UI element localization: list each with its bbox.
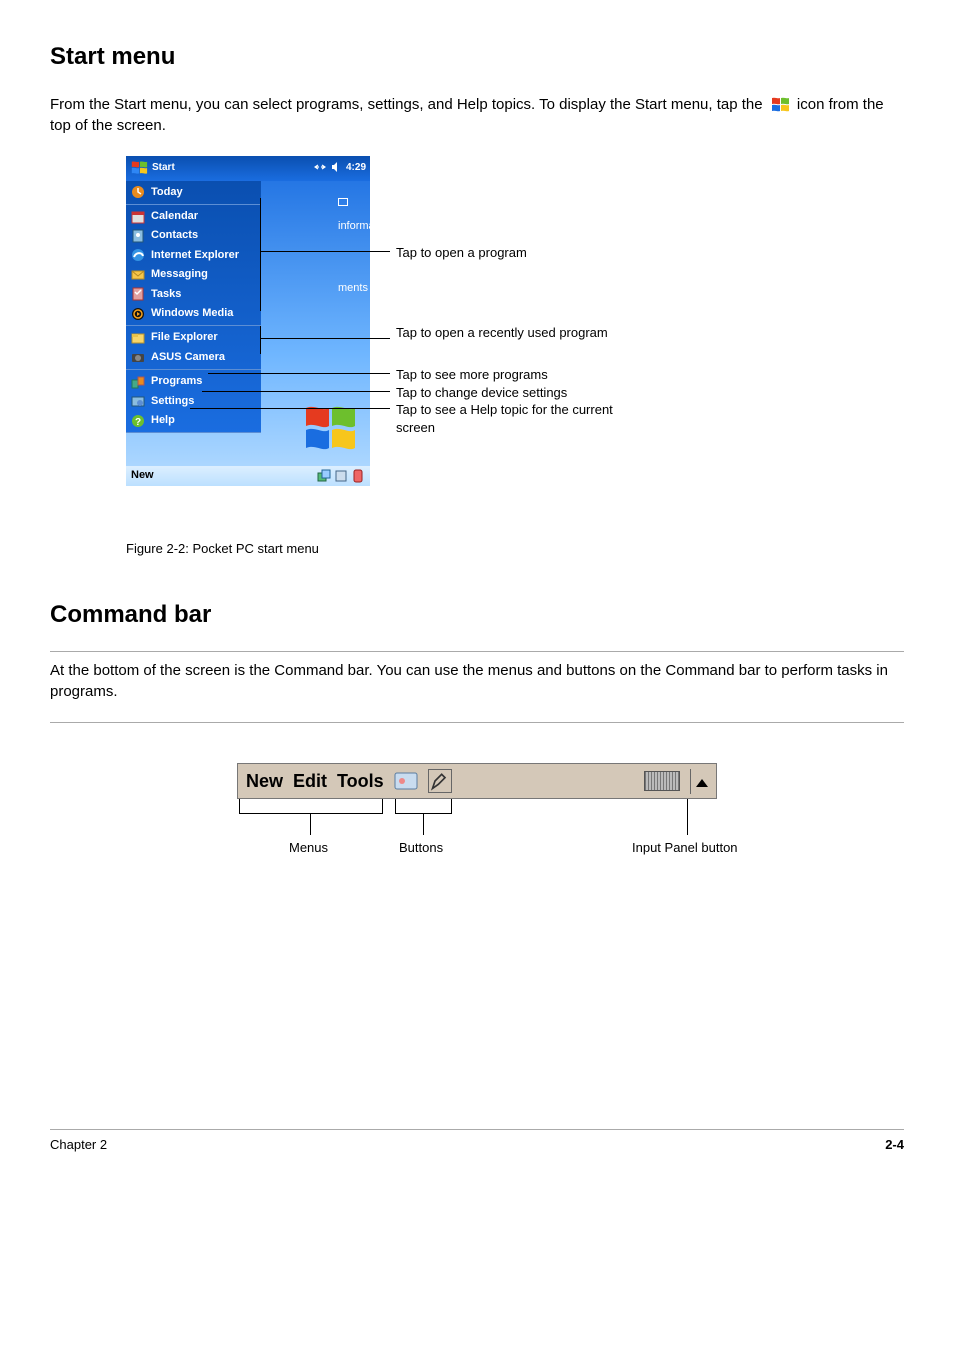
divider [50,651,904,652]
command-bar-description: At the bottom of the screen is the Comma… [50,660,904,702]
callout-settings: Tap to change device settings [396,384,567,402]
drawing-icon[interactable] [394,769,418,793]
svg-text:?: ? [135,417,141,428]
menu-item-label: Programs [151,374,202,389]
cmd-tools[interactable]: Tools [337,769,384,794]
command-bar-figure: New Edit Tools Menus [237,763,717,869]
callout-buttons: Buttons [399,839,443,857]
help-icon: ? [131,414,145,428]
triangle-up-icon [696,779,708,787]
contacts-icon [131,229,145,243]
menu-item-programs[interactable]: Programs [126,372,261,391]
start-menu-title: Start menu [50,40,904,74]
start-label[interactable]: Start [152,161,175,175]
menu-item-calendar[interactable]: Calendar [126,207,261,226]
cmd-edit[interactable]: Edit [293,769,327,794]
menu-item-messaging[interactable]: Messaging [126,265,261,284]
device-figure: Start 4:29 Today Calendar Contacts Internet… [50,156,650,526]
windows-logo-background [303,402,358,454]
cmd-new[interactable]: New [246,769,283,794]
cmdbar-icons [317,469,365,483]
keyboard-icon[interactable] [644,771,680,791]
file-explorer-icon [131,331,145,345]
windows-flag-icon[interactable] [130,159,148,177]
callout-recent-program: Tap to open a recently used program [396,324,626,342]
tray-icon-3[interactable] [351,469,365,483]
menu-item-wmp[interactable]: Windows Media [126,304,261,323]
command-bar-big: New Edit Tools [237,763,717,799]
menu-item-label: Internet Explorer [151,248,239,263]
menu-item-label: ASUS Camera [151,350,225,365]
menu-item-contacts[interactable]: Contacts [126,226,261,245]
tray-icon-2[interactable] [334,469,348,483]
tasks-icon [131,287,145,301]
callout-help: Tap to see a Help topic for the current … [396,401,626,437]
menu-item-label: Help [151,413,175,428]
menu-item-today[interactable]: Today [126,183,261,202]
page-footer: Chapter 2 2-4 [50,1129,904,1154]
desc-prefix: From the Start menu, you can select prog… [50,96,767,113]
start-menu-description: From the Start menu, you can select prog… [50,94,904,136]
figure-caption: Figure 2-2: Pocket PC start menu [126,540,904,558]
wmp-icon [131,307,145,321]
divider [50,722,904,723]
settings-icon [131,394,145,408]
command-bar-title: Command bar [50,598,904,632]
menu-item-label: Messaging [151,267,208,282]
today-icon [131,185,145,199]
menu-item-label: Today [151,185,183,200]
peek-information: information [338,219,392,234]
menu-item-label: Settings [151,394,194,409]
callout-more-programs: Tap to see more programs [396,366,548,384]
menu-item-label: Contacts [151,228,198,243]
callout-menus: Menus [289,839,328,857]
peek-ments: ments [338,281,368,296]
menu-item-label: Tasks [151,287,181,302]
asus-camera-icon [131,350,145,364]
page-number: 2-4 [885,1136,904,1154]
peek-square [338,198,348,206]
nav-bar[interactable]: Start 4:29 [126,156,370,181]
input-panel-arrow[interactable] [690,769,708,794]
callout-open-program: Tap to open a program [396,244,527,262]
device-screenshot: Start 4:29 Today Calendar Contacts Internet… [126,156,370,486]
messaging-icon [131,268,145,282]
chapter-label: Chapter 2 [50,1136,107,1154]
command-bar-small: New [126,466,370,486]
menu-item-help[interactable]: ? Help [126,411,261,430]
connectivity-icon[interactable] [314,161,326,175]
menu-item-asus-camera[interactable]: ASUS Camera [126,348,261,367]
menu-item-label: File Explorer [151,330,218,345]
programs-icon [131,375,145,389]
ie-icon [131,248,145,262]
new-label[interactable]: New [131,468,154,483]
windows-flag-icon [770,95,790,115]
menu-item-label: Calendar [151,209,198,224]
menu-item-label: Windows Media [151,306,233,321]
menu-item-tasks[interactable]: Tasks [126,285,261,304]
pen-icon[interactable] [428,769,452,793]
start-menu: Today Calendar Contacts Internet Explorer Me… [126,181,261,434]
callout-input-panel: Input Panel button [632,839,738,857]
speaker-icon[interactable] [330,161,342,175]
time-label[interactable]: 4:29 [346,161,366,175]
menu-item-ie[interactable]: Internet Explorer [126,246,261,265]
tray-icon-1[interactable] [317,469,331,483]
calendar-icon [131,210,145,224]
menu-item-file-explorer[interactable]: File Explorer [126,328,261,347]
